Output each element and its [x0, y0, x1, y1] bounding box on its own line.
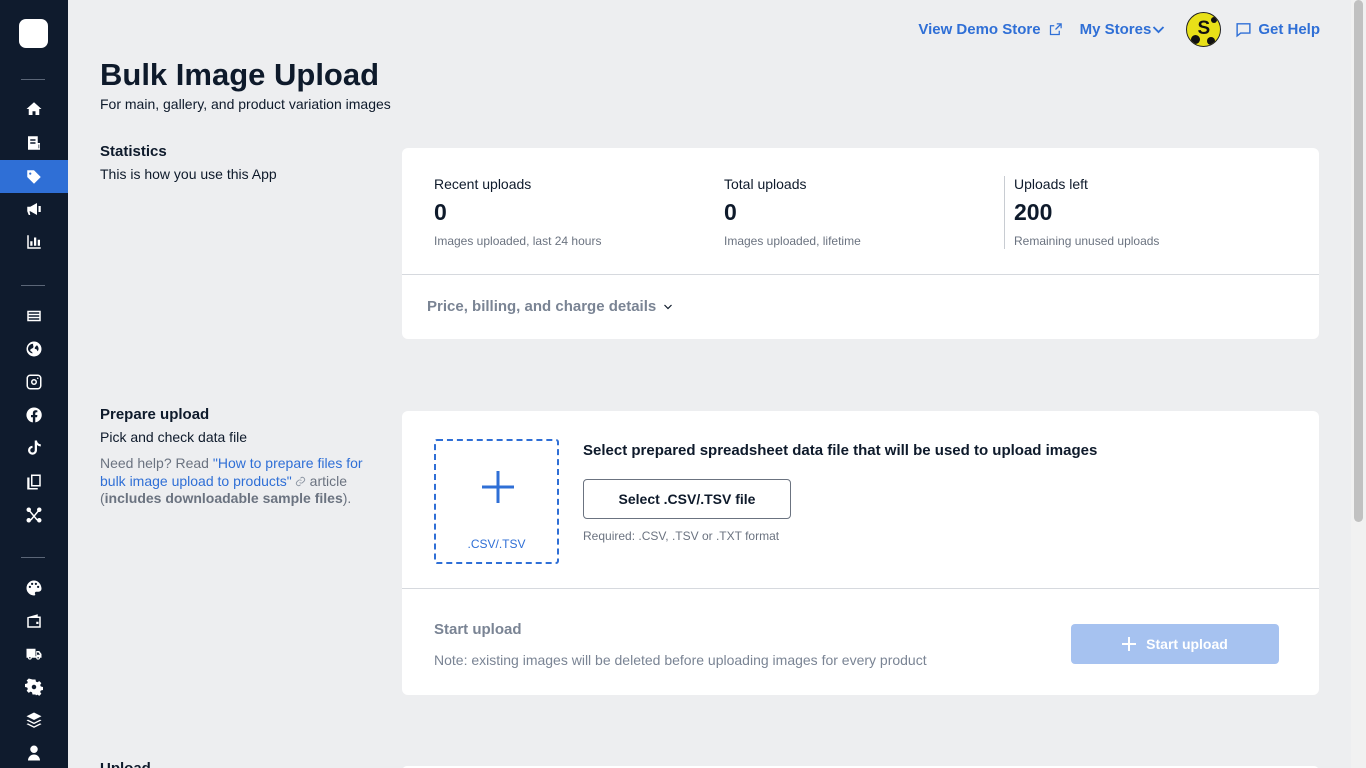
sidebar-item-marketplaces[interactable] — [0, 465, 68, 498]
help-text: Need help? Read "How to prepare files fo… — [100, 455, 370, 508]
chevron-down-icon — [1153, 25, 1165, 33]
prepare-upload-description: Pick and check data file — [100, 429, 248, 445]
statistics-title: Statistics — [100, 143, 167, 160]
sidebar-item-settings[interactable] — [0, 670, 68, 703]
start-upload-button[interactable]: Start upload — [1071, 624, 1279, 664]
stat-note: Images uploaded, last 24 hours — [434, 234, 602, 248]
stat-value: 200 — [1014, 199, 1053, 225]
required-format-note: Required: .CSV, .TSV or .TXT format — [583, 529, 780, 543]
sidebar-item-design[interactable] — [0, 571, 68, 604]
avatar[interactable]: S — [1186, 11, 1222, 47]
statistics-description: This is how you use this App — [100, 166, 277, 182]
card-divider — [402, 274, 1319, 275]
card-divider — [402, 588, 1319, 589]
avatar-pattern — [1211, 16, 1218, 23]
palette-icon — [26, 580, 42, 595]
app-logo[interactable] — [19, 19, 48, 48]
my-stores-dropdown[interactable]: My Stores — [1080, 21, 1167, 38]
share-icon — [26, 507, 42, 522]
tag-icon — [27, 169, 41, 184]
sidebar-divider — [21, 557, 45, 558]
sidebar-item-orders[interactable] — [0, 126, 68, 159]
my-stores-label: My Stores — [1079, 20, 1152, 38]
gear-icon — [25, 677, 43, 696]
sidebar-item-instagram[interactable] — [0, 365, 68, 398]
page-subtitle: For main, gallery, and product variation… — [100, 96, 391, 112]
instagram-icon — [26, 374, 42, 389]
bar-chart-icon — [27, 234, 41, 249]
help-prefix: Need help? Read — [100, 455, 213, 471]
prepare-upload-title: Prepare upload — [100, 406, 210, 423]
sidebar-item-facebook[interactable] — [0, 398, 68, 431]
sidebar-divider — [21, 285, 45, 286]
orders-icon — [28, 135, 40, 150]
stat-label: Total uploads — [724, 176, 807, 192]
prepare-upload-card: .CSV/.TSV Select prepared spreadsheet da… — [402, 411, 1319, 695]
stat-uploads-left: Uploads left 200 Remaining unused upload… — [1014, 176, 1159, 248]
stat-total-uploads: Total uploads 0 Images uploaded, lifetim… — [724, 176, 861, 248]
get-help-link[interactable]: Get Help — [1235, 21, 1320, 38]
stat-note: Remaining unused uploads — [1014, 234, 1160, 248]
help-suffix: ). — [342, 490, 352, 506]
stat-value: 0 — [724, 199, 737, 225]
sidebar-item-sales-channels[interactable] — [0, 299, 68, 332]
external-link-icon — [1049, 22, 1062, 35]
stat-value: 0 — [434, 199, 447, 225]
chevron-down-icon — [664, 304, 673, 309]
sidebar-item-marketing[interactable] — [0, 192, 68, 225]
tiktok-icon — [28, 440, 41, 455]
stat-recent-uploads: Recent uploads 0 Images uploaded, last 2… — [434, 176, 601, 248]
sidebar-item-home[interactable] — [0, 92, 68, 125]
stat-label: Uploads left — [1014, 176, 1088, 192]
start-upload-label: Start upload — [1146, 636, 1228, 652]
billing-details-toggle[interactable]: Price, billing, and charge details — [427, 298, 674, 315]
next-section-title: Upload — [100, 760, 151, 768]
chat-icon — [1236, 22, 1251, 37]
dropzone-label: .CSV/.TSV — [467, 537, 526, 551]
stat-note: Images uploaded, lifetime — [724, 234, 861, 248]
view-demo-store-label: View Demo Store — [918, 20, 1041, 38]
plus-icon — [1122, 637, 1137, 651]
user-icon — [28, 745, 40, 760]
sidebar-item-tiktok[interactable] — [0, 431, 68, 464]
upload-heading: Select prepared spreadsheet data file th… — [583, 442, 1098, 459]
select-file-button[interactable]: Select .CSV/.TSV file — [583, 479, 791, 519]
sidebar-item-integrations[interactable] — [0, 498, 68, 531]
stat-label: Recent uploads — [434, 176, 532, 192]
globe-icon — [26, 341, 42, 356]
truck-icon — [26, 648, 42, 660]
sidebar-item-payment[interactable] — [0, 604, 68, 637]
wallet-icon — [27, 613, 41, 628]
sidebar-item-account[interactable] — [0, 736, 68, 768]
page-scrollbar[interactable] — [1351, 0, 1366, 768]
sidebar-item-catalog-tags[interactable] — [0, 160, 68, 193]
sidebar-item-reports[interactable] — [0, 225, 68, 258]
sidebar-item-shipping[interactable] — [0, 637, 68, 670]
stat-divider — [1004, 176, 1005, 249]
get-help-label: Get Help — [1258, 20, 1320, 38]
help-bold: includes downloadable sample files — [104, 490, 343, 506]
sidebar-item-website[interactable] — [0, 332, 68, 365]
pages-icon — [27, 474, 41, 489]
file-dropzone[interactable]: .CSV/.TSV — [434, 439, 559, 564]
page-title: Bulk Image Upload — [100, 57, 380, 92]
layers-icon — [26, 712, 42, 728]
sidebar-item-apps[interactable] — [0, 703, 68, 736]
link-icon — [295, 474, 306, 486]
megaphone-icon — [27, 202, 41, 215]
view-demo-store-link[interactable]: View Demo Store — [918, 21, 1062, 38]
top-bar: View Demo Store My Stores S Get Help — [918, 11, 1320, 47]
statistics-card: Recent uploads 0 Images uploaded, last 2… — [402, 148, 1319, 339]
start-upload-note: Note: existing images will be deleted be… — [434, 652, 927, 668]
start-upload-title: Start upload — [434, 621, 522, 638]
plus-icon — [482, 471, 514, 503]
sidebar-divider — [21, 79, 45, 80]
billing-details-label: Price, billing, and charge details — [427, 298, 657, 315]
facebook-icon — [26, 406, 42, 422]
home-icon — [26, 101, 42, 115]
avatar-letter: S — [1197, 18, 1211, 39]
catalog-icon — [27, 310, 41, 321]
sidebar — [0, 0, 68, 768]
scrollbar-thumb[interactable] — [1354, 0, 1363, 522]
